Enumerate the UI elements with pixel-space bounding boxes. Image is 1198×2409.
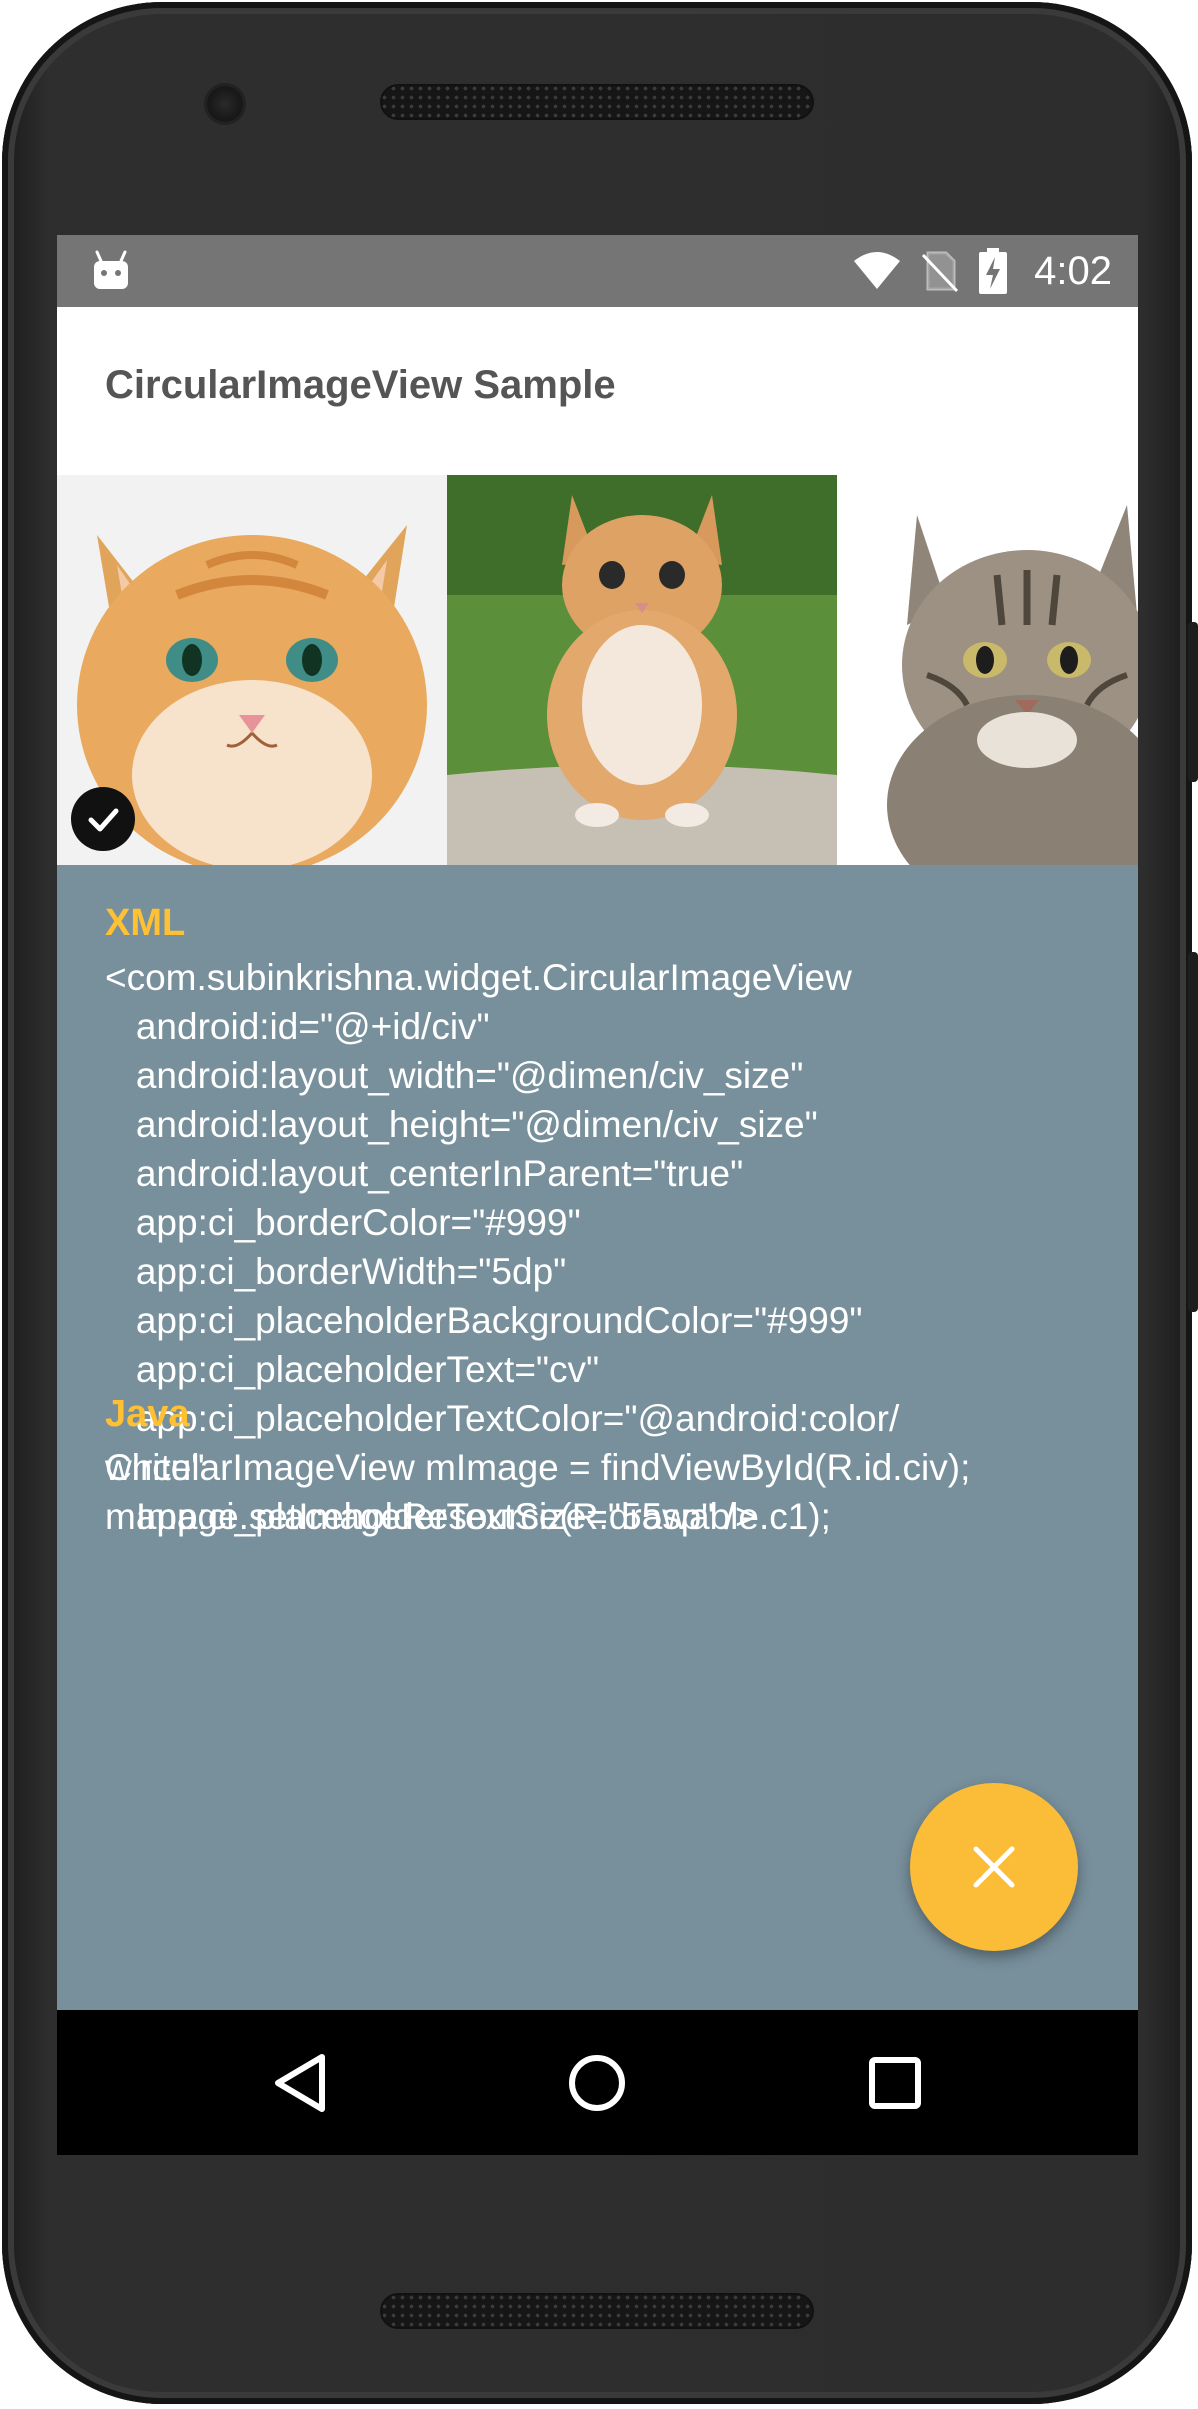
gallery-item-orange-kitten[interactable] [57, 475, 447, 865]
tabby-cat-image [837, 475, 1138, 865]
status-bar: 4:02 [57, 235, 1138, 307]
java-section-label: Java [105, 1393, 190, 1435]
gallery-item-tabby-cat[interactable] [837, 475, 1138, 865]
back-icon [275, 2054, 325, 2112]
recents-icon [869, 2057, 921, 2109]
close-icon [973, 1846, 1015, 1888]
navigation-bar [57, 2010, 1138, 2155]
status-time: 4:02 [1034, 248, 1112, 293]
android-debug-icon [94, 250, 128, 289]
wifi-icon [854, 252, 901, 289]
nav-recents-button[interactable] [860, 2048, 930, 2118]
bottom-speaker-grille [380, 2293, 814, 2329]
no-sim-icon [922, 251, 959, 293]
volume-button [1188, 952, 1198, 1312]
home-icon [569, 2055, 625, 2111]
close-fab-button[interactable] [910, 1783, 1078, 1951]
selected-check-icon [71, 787, 135, 851]
nav-home-button[interactable] [562, 2048, 632, 2118]
app-bar: CircularImageView Sample [57, 307, 1138, 475]
power-button [1188, 622, 1198, 782]
xml-section-label: XML [105, 902, 186, 944]
gallery-item-kitten-grass[interactable] [447, 475, 837, 865]
phone-frame: 4:02 CircularImageView Sample XML <com.s… [2, 2, 1198, 2404]
front-camera [207, 86, 243, 122]
screen: 4:02 CircularImageView Sample XML <com.s… [57, 235, 1138, 2155]
java-code-block: CircularImageView mImage = findViewById(… [105, 1447, 971, 1537]
app-title: CircularImageView Sample [105, 363, 616, 407]
kitten-grass-image [447, 475, 837, 865]
battery-charging-icon [979, 248, 1008, 294]
image-gallery[interactable] [57, 475, 1138, 865]
top-speaker-grille [380, 84, 814, 120]
nav-back-button[interactable] [265, 2048, 335, 2118]
